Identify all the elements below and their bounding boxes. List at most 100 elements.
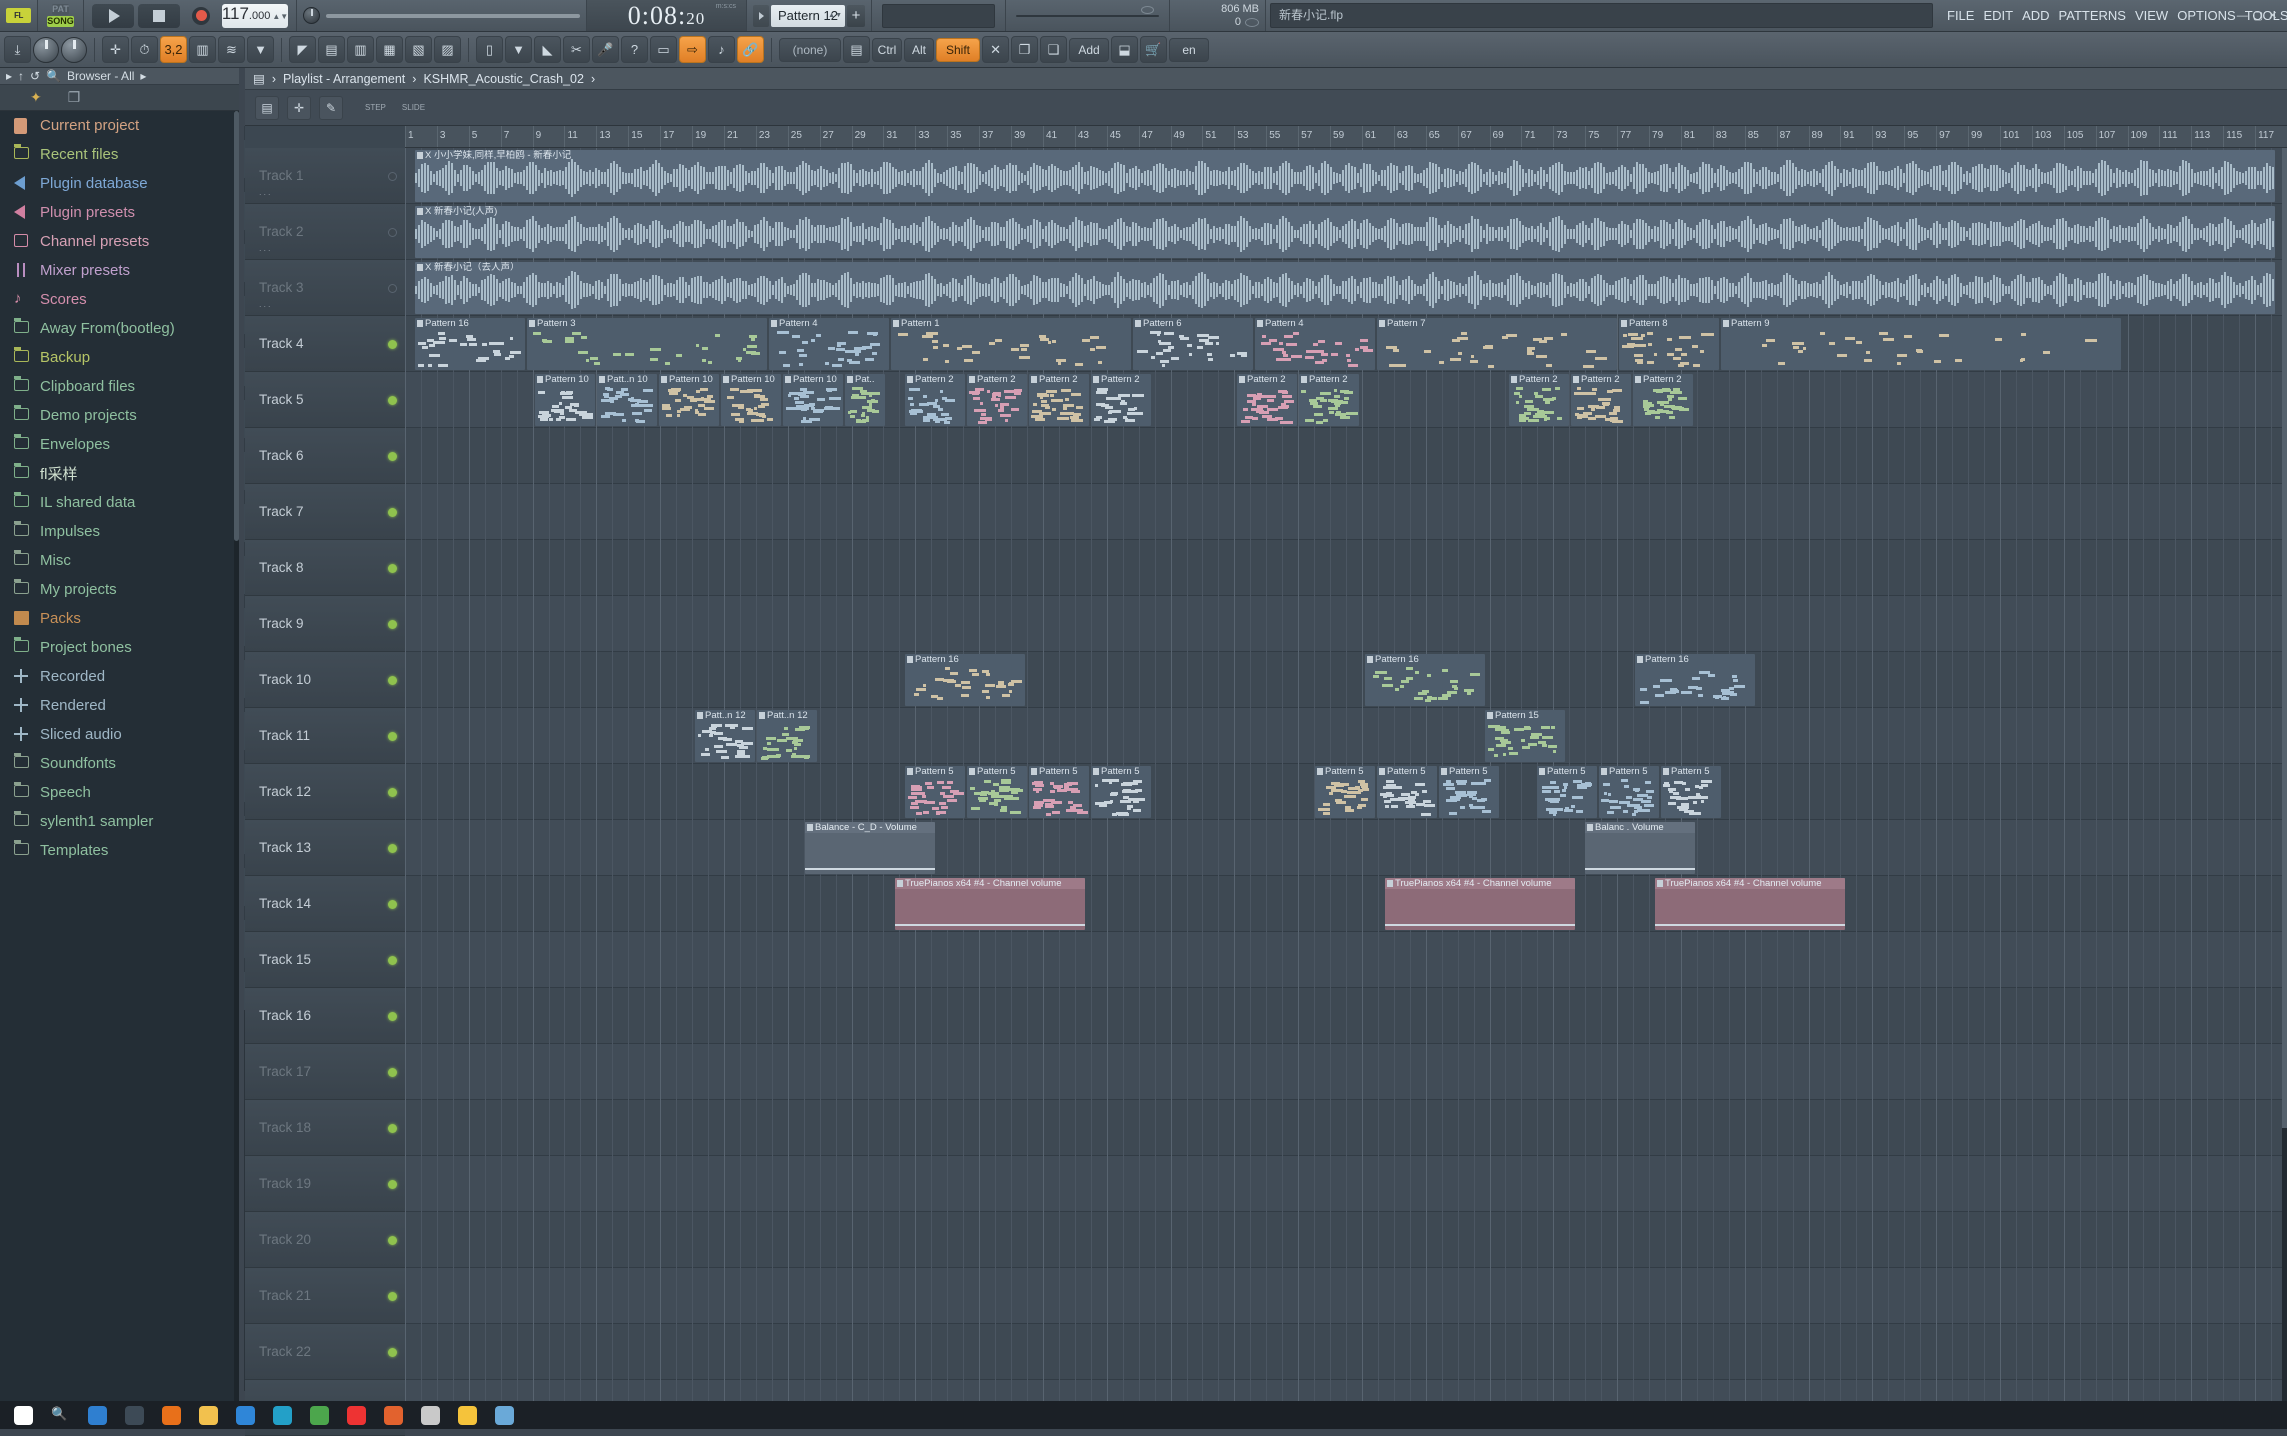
menu-add[interactable]: ADD bbox=[2022, 8, 2049, 23]
browser-scrollbar[interactable] bbox=[234, 111, 239, 1401]
track-header-8[interactable]: Track 8 bbox=[245, 540, 405, 596]
clip-handle[interactable] bbox=[417, 152, 423, 159]
metronome-icon[interactable]: ✛ bbox=[102, 36, 129, 63]
playlist-clip[interactable]: Patt..n 12 bbox=[695, 710, 755, 762]
pattern-mode-button[interactable]: PAT bbox=[52, 4, 69, 15]
track-led[interactable] bbox=[388, 1180, 397, 1189]
playlist-clip[interactable]: Pattern 5 bbox=[1029, 766, 1089, 818]
maximize-button[interactable]: ▢ bbox=[2253, 9, 2263, 22]
playlist-clip[interactable]: Balance - C_D - Volume bbox=[805, 822, 935, 874]
add-button[interactable]: Add bbox=[1069, 37, 1110, 62]
master-pitch-slider[interactable] bbox=[297, 0, 587, 31]
clip-handle[interactable] bbox=[1093, 768, 1099, 775]
track-header-1[interactable]: Track 1... bbox=[245, 148, 405, 204]
clip-handle[interactable] bbox=[785, 376, 791, 383]
taskview-icon[interactable] bbox=[125, 1405, 144, 1425]
opera-icon[interactable] bbox=[347, 1405, 366, 1425]
browser-item-rendered[interactable]: Rendered bbox=[0, 691, 239, 720]
clip-handle[interactable] bbox=[897, 880, 903, 887]
clip-handle[interactable] bbox=[1657, 880, 1663, 887]
pianoroll-panel-icon[interactable]: ▦ bbox=[376, 36, 403, 63]
store-icon[interactable] bbox=[236, 1405, 255, 1425]
clip-handle[interactable] bbox=[1387, 880, 1393, 887]
clip-handle[interactable] bbox=[1487, 712, 1493, 719]
playlist-clip[interactable]: Pattern 2 bbox=[1509, 374, 1569, 426]
play-button[interactable] bbox=[92, 3, 134, 28]
clip-handle[interactable] bbox=[1621, 320, 1627, 327]
playlist-clip[interactable]: Pattern 2 bbox=[1237, 374, 1297, 426]
browser-item-away-from-bootleg[interactable]: Away From(bootleg) bbox=[0, 314, 239, 343]
arrow-right-icon[interactable]: ▸ bbox=[6, 69, 12, 83]
playlist-clip[interactable]: Pattern 4 bbox=[769, 318, 889, 370]
track-header-15[interactable]: Track 15 bbox=[245, 932, 405, 988]
browser-item-speech[interactable]: Speech bbox=[0, 778, 239, 807]
clip-handle[interactable] bbox=[759, 712, 765, 719]
clip-handle[interactable] bbox=[907, 376, 913, 383]
song-loop-icon[interactable]: ▼ bbox=[247, 36, 274, 63]
firefox-icon[interactable] bbox=[162, 1405, 181, 1425]
plugin-picker-icon[interactable]: ⬓ bbox=[1111, 36, 1139, 63]
browser-panel-icon[interactable]: ▧ bbox=[405, 36, 432, 63]
playlist-clip[interactable]: X 新春小记（去人声） bbox=[415, 262, 2275, 314]
playlist-clip[interactable]: Pattern 5 bbox=[1661, 766, 1721, 818]
master-pitch-knob[interactable] bbox=[61, 36, 87, 63]
clip-handle[interactable] bbox=[1663, 768, 1669, 775]
playlist-clip[interactable]: Pattern 5 bbox=[1599, 766, 1659, 818]
browser-item-sylenth1-sampler[interactable]: sylenth1 sampler bbox=[0, 807, 239, 836]
clip-handle[interactable] bbox=[1637, 656, 1643, 663]
clip-handle[interactable] bbox=[1135, 320, 1141, 327]
explorer-icon[interactable] bbox=[199, 1405, 218, 1425]
copy-icon[interactable]: ❐ bbox=[1011, 36, 1039, 63]
record-count-icon[interactable]: 3,2 bbox=[160, 36, 187, 63]
language-button[interactable]: en bbox=[1169, 37, 1210, 62]
clip-handle[interactable] bbox=[1573, 376, 1579, 383]
track-led[interactable] bbox=[388, 1124, 397, 1133]
track-led[interactable] bbox=[388, 396, 397, 405]
loop-record-icon[interactable]: ▥ bbox=[189, 36, 216, 63]
playlist-clip[interactable]: Patt..n 10 bbox=[597, 374, 657, 426]
playlist-clip[interactable]: Pattern 5 bbox=[1377, 766, 1437, 818]
track-led[interactable] bbox=[388, 1236, 397, 1245]
playlist-clip[interactable]: Pattern 16 bbox=[1365, 654, 1485, 706]
browser-scrollbar-thumb[interactable] bbox=[234, 111, 239, 541]
track-led[interactable] bbox=[388, 1012, 397, 1021]
playlist-clip[interactable]: TruePianos x64 #4 - Channel volume bbox=[895, 878, 1085, 930]
playlist-clip[interactable]: Pattern 2 bbox=[1299, 374, 1359, 426]
track-led[interactable] bbox=[388, 1348, 397, 1357]
menu-patterns[interactable]: PATTERNS bbox=[2059, 8, 2126, 23]
track-led[interactable] bbox=[388, 228, 397, 237]
menu-edit[interactable]: EDIT bbox=[1983, 8, 2013, 23]
clip-handle[interactable] bbox=[1379, 768, 1385, 775]
track-header-5[interactable]: Track 5 bbox=[245, 372, 405, 428]
clip-handle[interactable] bbox=[907, 768, 913, 775]
playlist-clip[interactable]: Pattern 5 bbox=[1315, 766, 1375, 818]
playlist-clip[interactable]: Pattern 5 bbox=[905, 766, 965, 818]
browser-item-templates[interactable]: Templates bbox=[0, 836, 239, 865]
playlist-clip[interactable]: Pattern 9 bbox=[1721, 318, 2121, 370]
playlist-clip[interactable]: Pattern 6 bbox=[1133, 318, 1253, 370]
playlist-clip[interactable]: Pattern 7 bbox=[1377, 318, 1617, 370]
clip-handle[interactable] bbox=[1257, 320, 1263, 327]
browser-item-clipboard-files[interactable]: Clipboard files bbox=[0, 372, 239, 401]
clip-handle[interactable] bbox=[723, 376, 729, 383]
playlist-clip[interactable]: Pattern 8 bbox=[1619, 318, 1719, 370]
browser-item-soundfonts[interactable]: Soundfonts bbox=[0, 749, 239, 778]
stepseq-panel-icon[interactable]: ▥ bbox=[347, 36, 374, 63]
clip-handle[interactable] bbox=[599, 376, 605, 383]
track-header-12[interactable]: Track 12 bbox=[245, 764, 405, 820]
midi-out-icon[interactable]: ▤ bbox=[843, 36, 870, 63]
browser-item-misc[interactable]: Misc bbox=[0, 546, 239, 575]
playlist-clip[interactable]: TruePianos x64 #4 - Channel volume bbox=[1655, 878, 1845, 930]
undo-icon[interactable]: ↺ bbox=[30, 69, 40, 83]
playlist-clip[interactable]: Pattern 5 bbox=[967, 766, 1027, 818]
track-header-18[interactable]: Track 18 bbox=[245, 1100, 405, 1156]
clip-handle[interactable] bbox=[1635, 376, 1641, 383]
track-header-6[interactable]: Track 6 bbox=[245, 428, 405, 484]
automation-curve[interactable] bbox=[1385, 924, 1575, 926]
clip-handle[interactable] bbox=[807, 824, 813, 831]
track-led[interactable] bbox=[388, 452, 397, 461]
clip-handle[interactable] bbox=[1031, 376, 1037, 383]
draw-icon[interactable]: ✎ bbox=[319, 95, 343, 120]
edge-icon[interactable] bbox=[88, 1405, 107, 1425]
track-led[interactable] bbox=[388, 1068, 397, 1077]
